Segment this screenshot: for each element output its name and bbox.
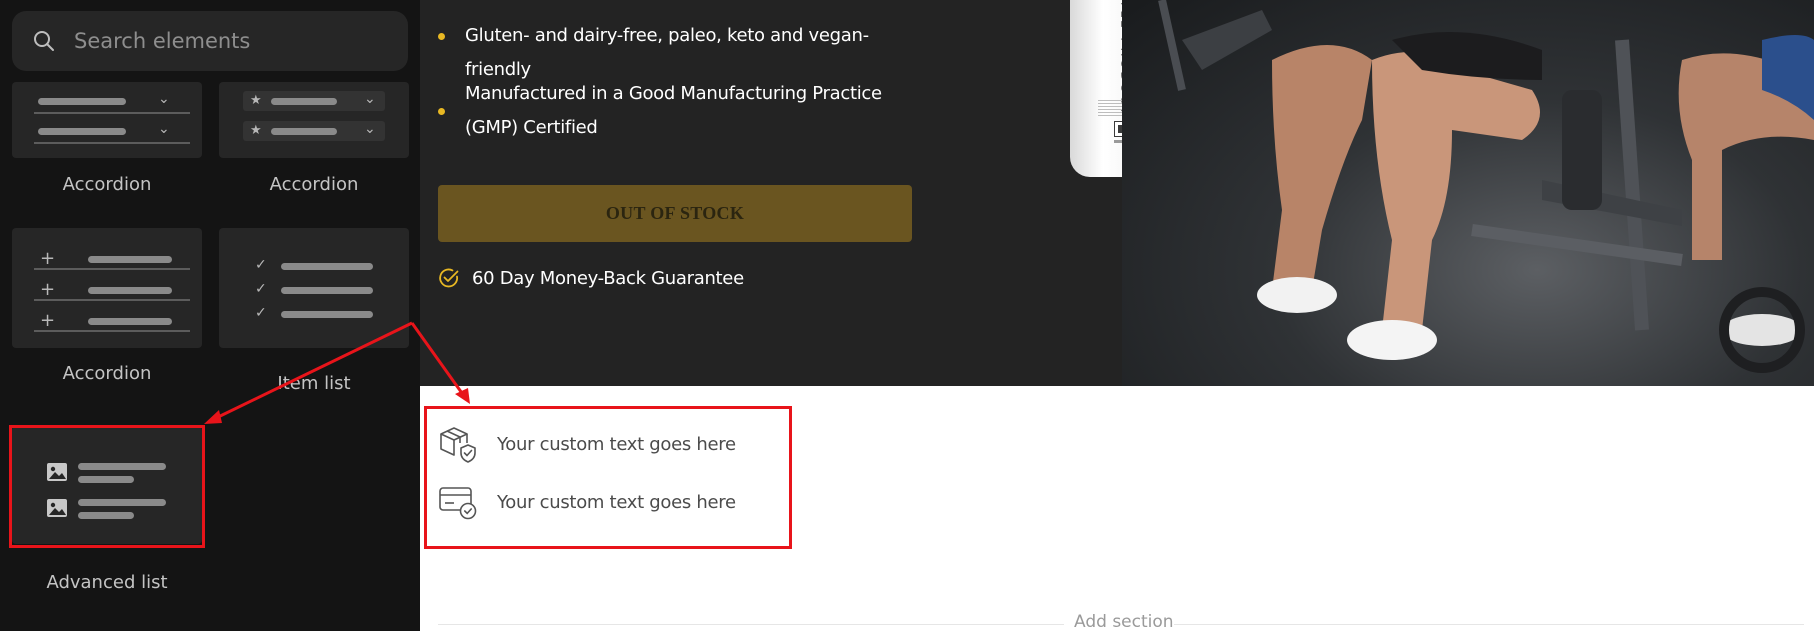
search-placeholder: Search elements <box>74 29 251 53</box>
tile-label: Accordion <box>62 174 152 195</box>
tile-label: Accordion <box>62 363 152 384</box>
check-circle-icon <box>439 268 459 288</box>
star-icon: ★ <box>250 123 262 138</box>
element-tile-accordion-chevron[interactable]: ⌄ ⌄ <box>12 82 202 158</box>
chevron-down-icon: ⌄ <box>364 121 376 137</box>
arrow-head-icon <box>455 388 470 404</box>
highlight-box-advanced-list-tile <box>9 425 205 548</box>
element-tile-accordion-star[interactable]: ★ ⌄ ★ ⌄ <box>219 82 409 158</box>
plus-icon: + <box>40 279 56 300</box>
product-hero-section[interactable]: Gluten- and dairy-free, paleo, keto and … <box>420 0 1814 386</box>
tile-label: Advanced list <box>46 572 168 593</box>
tile-label: Item list <box>277 373 351 394</box>
screen: Search elements ⌄ ⌄ Accordion ★ ⌄ ★ ⌄ Ac… <box>0 0 1814 631</box>
search-icon <box>34 31 54 51</box>
guarantee-badge: 60 Day Money-Back Guarantee <box>438 267 744 289</box>
plus-icon: + <box>40 248 56 269</box>
check-icon: ✓ <box>255 257 267 273</box>
bullet-dot <box>438 108 445 115</box>
check-icon: ✓ <box>255 305 267 321</box>
check-icon: ✓ <box>255 281 267 297</box>
element-tile-accordion-plus[interactable]: + + + <box>12 228 202 348</box>
search-input[interactable]: Search elements <box>12 11 408 71</box>
out-of-stock-button[interactable]: OUT OF STOCK <box>438 185 912 242</box>
highlight-box-advanced-list-preview <box>424 406 792 549</box>
element-tile-item-list[interactable]: ✓ ✓ ✓ <box>219 228 409 348</box>
chevron-down-icon: ⌄ <box>158 121 170 137</box>
star-icon: ★ <box>250 93 262 108</box>
gym-photo <box>1122 0 1814 386</box>
plus-icon: + <box>40 310 56 331</box>
add-section-button[interactable]: Add section <box>1074 612 1174 631</box>
add-section-divider <box>1174 624 1804 625</box>
feature-bullet: Manufactured in a Good Manufacturing Pra… <box>465 83 882 138</box>
tile-label: Accordion <box>269 174 359 195</box>
guarantee-text: 60 Day Money-Back Guarantee <box>472 267 744 289</box>
add-section-divider <box>438 624 1064 625</box>
bullet-dot <box>438 33 445 40</box>
chevron-down-icon: ⌄ <box>158 91 170 107</box>
chevron-down-icon: ⌄ <box>364 91 376 107</box>
